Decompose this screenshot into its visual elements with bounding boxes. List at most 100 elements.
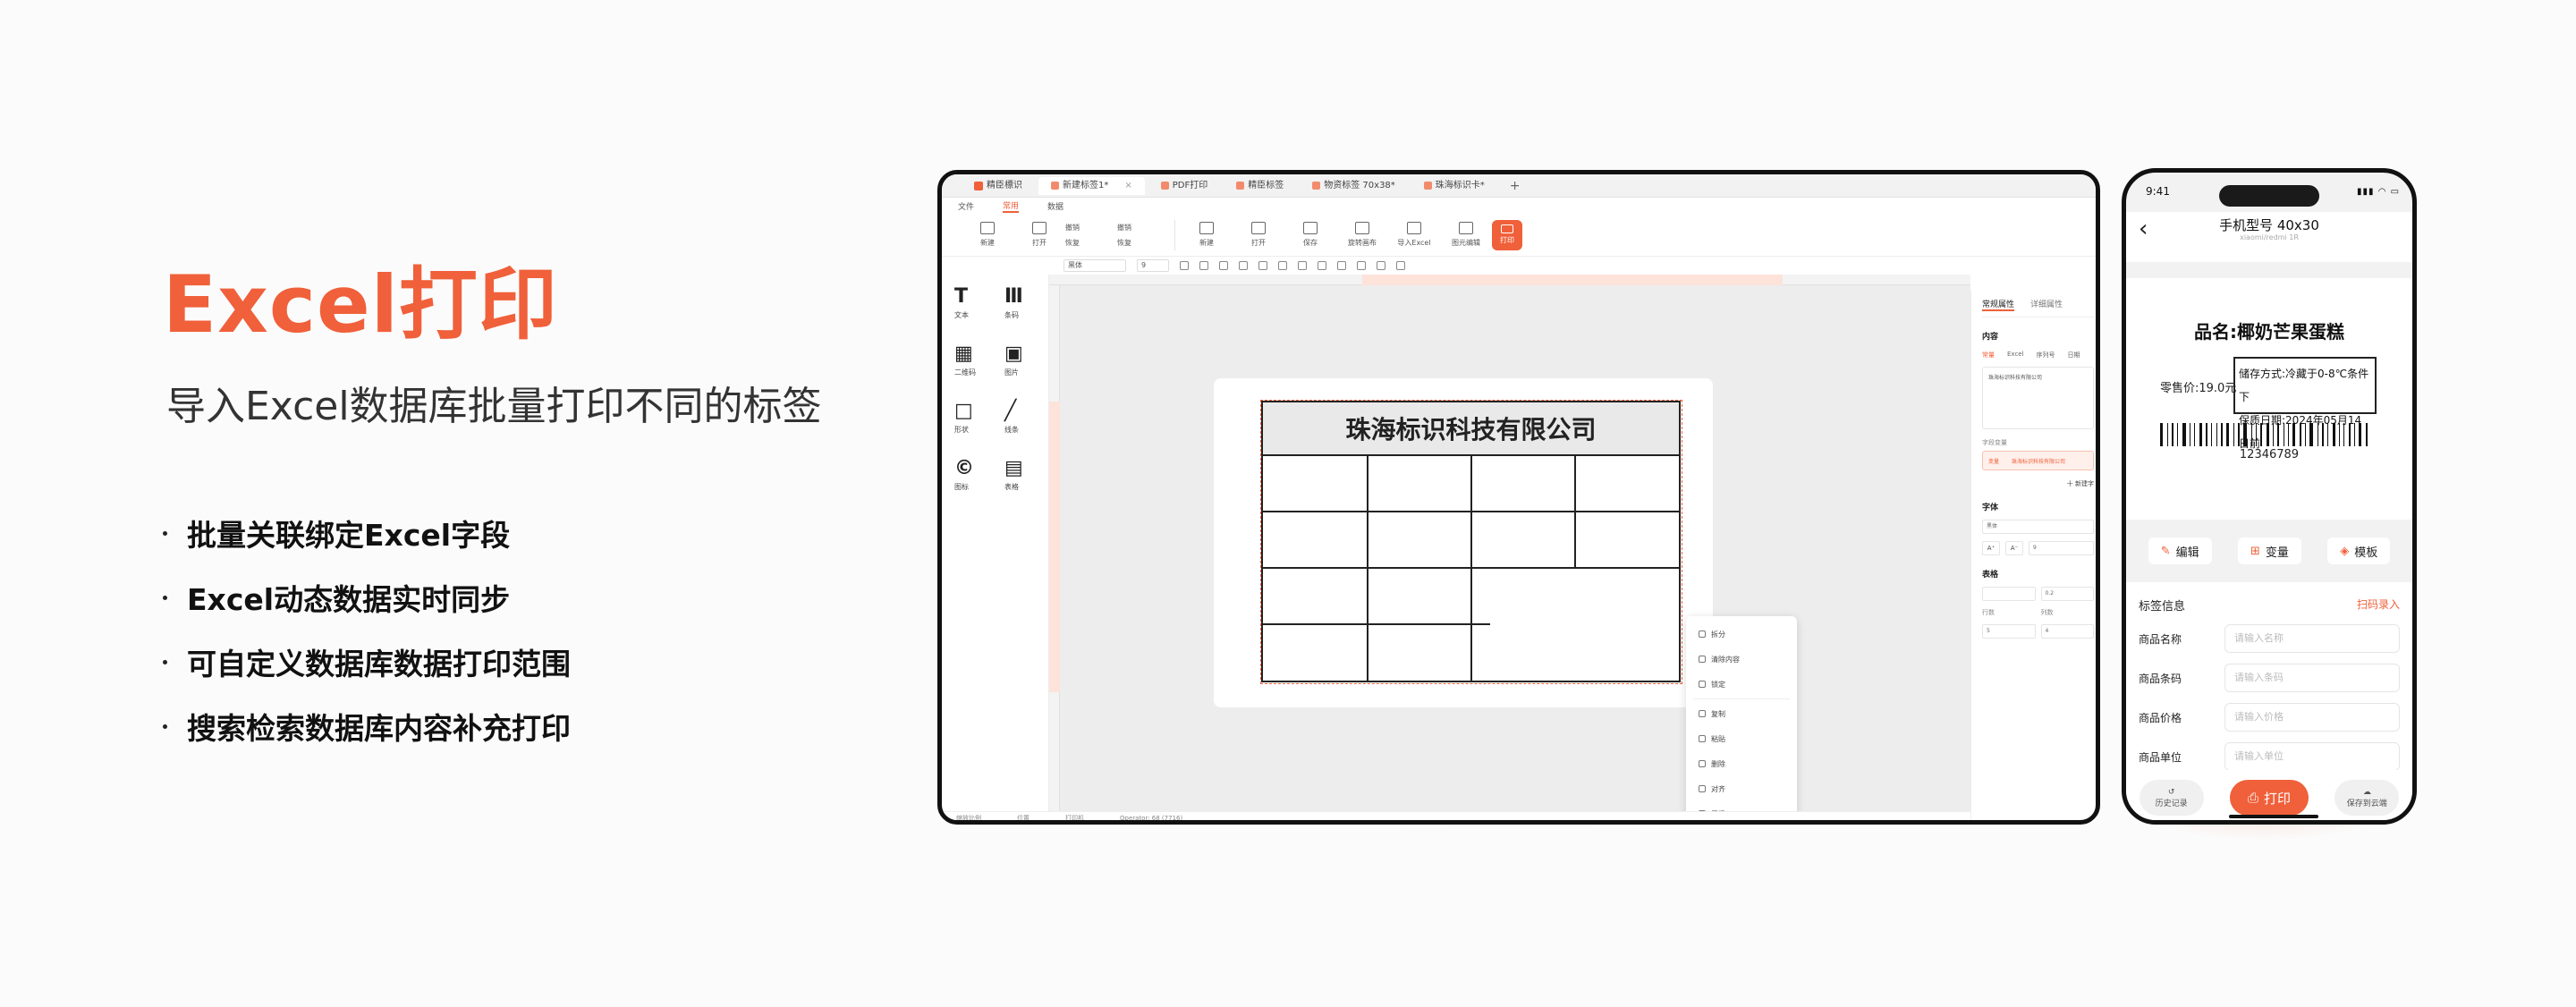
align-center-icon[interactable] xyxy=(1278,261,1287,270)
tab-general[interactable]: 常规属性 xyxy=(1982,298,2015,311)
tab-id-card[interactable]: 珠海标识卡* xyxy=(1411,177,1497,195)
source-constant[interactable]: 常量 xyxy=(1982,351,1995,360)
ctx-clear[interactable]: 清除内容 xyxy=(1686,647,1797,672)
ctx-paste[interactable]: 粘贴 xyxy=(1686,726,1797,751)
history-button[interactable]: ↺ 历史记录 xyxy=(2139,780,2204,816)
font-decrease-button[interactable]: A⁻ xyxy=(2005,541,2023,555)
barcode-stripe xyxy=(2322,423,2324,446)
font-size-input[interactable]: 9 xyxy=(2029,541,2094,555)
tab-label-2[interactable]: 精臣标签 xyxy=(1224,177,1296,195)
content-textarea[interactable]: 珠海标识科技有限公司 xyxy=(1982,367,2094,429)
form-row: 商品价格 请输入价格 xyxy=(2139,703,2400,732)
source-excel[interactable]: Excel xyxy=(2007,351,2024,360)
font-size-row: A⁺ A⁻ 9 xyxy=(1982,541,2094,555)
rotate-icon xyxy=(1355,222,1369,234)
tab-new-label[interactable]: 新建标签1* × xyxy=(1038,176,1145,195)
product-name-input[interactable]: 请输入名称 xyxy=(2224,624,2400,653)
template-button[interactable]: ◈ 模板 xyxy=(2327,537,2391,564)
variable-field[interactable]: 变量 珠海标识科技有限公司 xyxy=(1982,451,2094,470)
menu-common[interactable]: 常用 xyxy=(1003,199,1020,213)
barcode-stripe xyxy=(2327,423,2328,446)
edit-button[interactable]: ✎ 编辑 xyxy=(2148,537,2212,564)
tab-detail[interactable]: 详细属性 xyxy=(2030,298,2063,311)
barcode-stripe xyxy=(2339,423,2340,446)
redo-button[interactable]: 恢复 xyxy=(1065,238,1117,248)
add-tab-button[interactable]: + xyxy=(1510,179,1521,193)
import-excel-label: 导入Excel xyxy=(1397,239,1431,247)
font-select[interactable]: 黑体 xyxy=(1063,259,1126,272)
rotate-canvas-button[interactable]: 旋转画布 xyxy=(1336,222,1388,248)
ctx-align[interactable]: 对齐 xyxy=(1686,776,1797,801)
undo-button-2[interactable]: 撤销 xyxy=(1117,223,1169,233)
menu-data[interactable]: 数据 xyxy=(1047,200,1063,212)
barcode-tool[interactable]: Ⅲ 条码 xyxy=(1004,287,1049,320)
save-cloud-button[interactable]: ☁ 保存到云端 xyxy=(2334,780,2400,816)
ctx-delete[interactable]: 删除 xyxy=(1686,751,1797,776)
underline-icon[interactable] xyxy=(1219,261,1228,270)
lock-icon[interactable] xyxy=(1377,261,1385,270)
scan-entry-button[interactable]: 扫码录入 xyxy=(2357,597,2400,614)
barcode-stripe xyxy=(2256,423,2257,446)
import-excel-button[interactable]: 导入Excel xyxy=(1388,222,1440,248)
align-right-icon[interactable] xyxy=(1298,261,1307,270)
table-tool[interactable]: ▤ 表格 xyxy=(1004,459,1049,492)
menu-file[interactable]: 文件 xyxy=(958,200,974,212)
variable-button[interactable]: ⊞ 变量 xyxy=(2237,537,2301,564)
bold-icon[interactable] xyxy=(1180,261,1189,270)
tab-label: 物资标签 70x38* xyxy=(1324,180,1395,190)
bullet-icon xyxy=(163,530,167,536)
close-icon[interactable]: × xyxy=(1124,177,1131,195)
italic-icon[interactable] xyxy=(1199,261,1208,270)
layer-up-icon[interactable] xyxy=(1337,261,1346,270)
label-title-cell[interactable]: 珠海标识科技有限公司 xyxy=(1261,401,1681,456)
new-button-2[interactable]: 新建 xyxy=(1181,222,1233,248)
border-width-input[interactable]: 0.2 xyxy=(2040,587,2094,601)
label-table-grid[interactable] xyxy=(1261,456,1681,682)
line-tool[interactable]: ╱ 线条 xyxy=(1004,402,1049,435)
strikethrough-icon[interactable] xyxy=(1239,261,1248,270)
redo-button-2[interactable]: 恢复 xyxy=(1117,238,1169,248)
tab-home[interactable]: 精臣標识 xyxy=(962,177,1035,195)
table-element[interactable]: 珠海标识科技有限公司 xyxy=(1260,400,1682,684)
shape-tool[interactable]: □ 形状 xyxy=(954,402,999,435)
design-canvas[interactable]: 珠海标识科技有限公司 拆分 清除内容 锁定 复制 粘贴 删除 对齐 xyxy=(1060,285,1970,820)
font-size-select[interactable]: 9 xyxy=(1137,259,1169,272)
product-price-input[interactable]: 请输入价格 xyxy=(2224,703,2400,732)
group-icon[interactable] xyxy=(1396,261,1405,270)
barcode-stripe xyxy=(2221,423,2223,446)
rows-input[interactable]: 5 xyxy=(1982,624,2036,639)
table-style-input[interactable] xyxy=(1982,587,2036,601)
layer-down-icon[interactable] xyxy=(1357,261,1366,270)
product-unit-input[interactable]: 请输入单位 xyxy=(2224,742,2400,771)
align-left-icon[interactable] xyxy=(1258,261,1267,270)
cols-label: 列数 xyxy=(2040,609,2054,616)
tab-asset-label[interactable]: 物资标签 70x38* xyxy=(1300,177,1408,195)
qrcode-tool[interactable]: ▦ 二维码 xyxy=(954,344,999,377)
ctx-label: 清除内容 xyxy=(1711,655,1740,664)
undo-button[interactable]: 撤销 xyxy=(1065,223,1117,233)
barcode-stripe xyxy=(2349,423,2351,446)
open-button-2[interactable]: 打开 xyxy=(1233,222,1284,248)
phone-print-button[interactable]: ⎙ 打印 xyxy=(2229,780,2309,816)
font-increase-button[interactable]: A⁺ xyxy=(1982,541,2000,555)
cols-input[interactable]: 4 xyxy=(2040,624,2094,639)
open-button[interactable]: 打开 xyxy=(1013,222,1065,248)
source-date[interactable]: 日期 xyxy=(2068,351,2080,360)
tab-pdf[interactable]: PDF打印 xyxy=(1148,177,1220,195)
element-edit-button[interactable]: 图元编辑 xyxy=(1440,222,1492,248)
ctx-copy[interactable]: 复制 xyxy=(1686,701,1797,726)
image-tool[interactable]: ▣ 图片 xyxy=(1004,344,1049,377)
ctx-lock[interactable]: 锁定 xyxy=(1686,672,1797,697)
font-family-input[interactable]: 黑体 xyxy=(1982,520,2094,534)
print-button[interactable]: 打印 xyxy=(1492,219,1522,250)
text-tool[interactable]: T 文本 xyxy=(954,287,999,320)
new-button[interactable]: 新建 xyxy=(962,222,1013,248)
align-justify-icon[interactable] xyxy=(1318,261,1326,270)
product-barcode-input[interactable]: 请输入条码 xyxy=(2224,664,2400,692)
save-button[interactable]: 保存 xyxy=(1284,222,1336,248)
source-serial[interactable]: 序列号 xyxy=(2037,351,2055,360)
bullet-icon xyxy=(163,659,167,664)
add-field-button[interactable]: 十 新建字 xyxy=(1982,479,2094,488)
icon-tool[interactable]: © 图标 xyxy=(954,459,999,492)
ctx-split[interactable]: 拆分 xyxy=(1686,622,1797,647)
